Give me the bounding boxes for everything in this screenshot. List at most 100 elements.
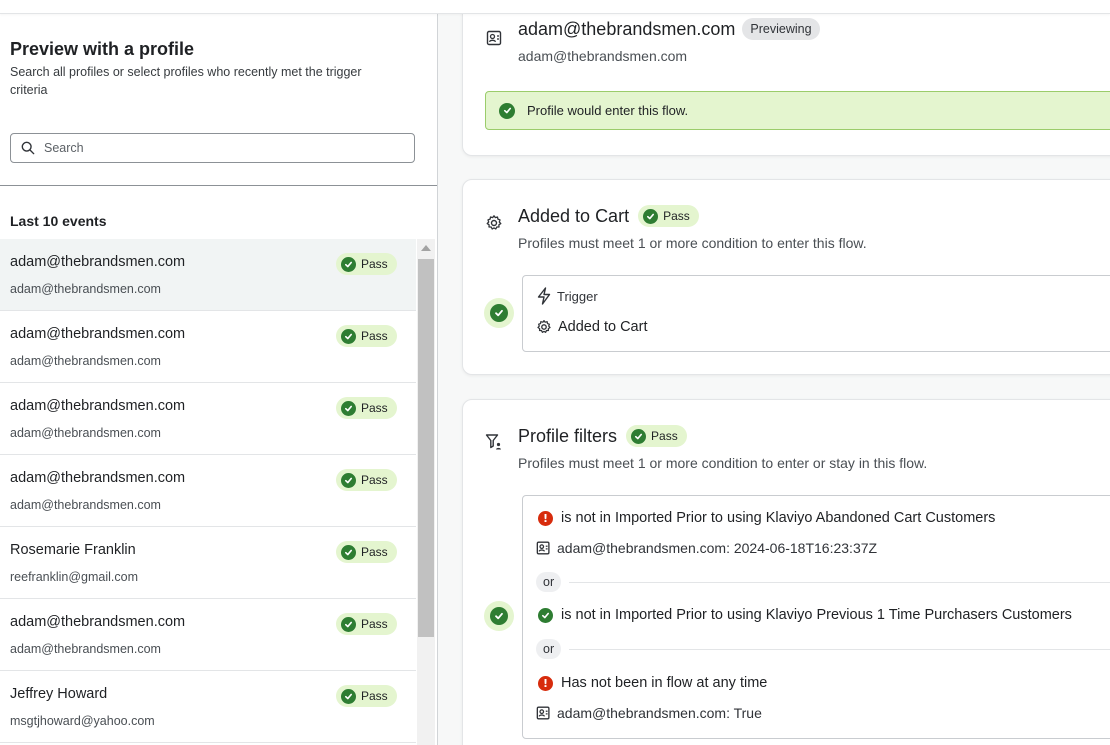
pass-badge: Pass xyxy=(336,541,397,563)
previewing-badge: Previewing xyxy=(742,18,820,40)
event-row[interactable]: adam@thebrandsmen.com adam@thebrandsmen.… xyxy=(0,311,416,383)
pass-badge: Pass xyxy=(626,425,687,447)
top-bar xyxy=(0,0,1110,14)
condition-row: ! Has not been in flow at any time xyxy=(538,675,767,691)
trigger-title: Added to Cart xyxy=(518,205,630,226)
filters-title: Profile filters xyxy=(518,425,618,446)
check-circle-icon xyxy=(341,544,356,560)
event-profile-email: msgtjhoward@yahoo.com xyxy=(10,714,155,728)
profile-card-icon xyxy=(536,541,550,555)
profile-card-icon xyxy=(536,706,550,720)
condition-text: is not in Imported Prior to using Klaviy… xyxy=(561,607,1072,623)
gear-icon xyxy=(486,215,502,230)
scroll-thumb[interactable] xyxy=(418,259,434,637)
event-profile-email: adam@thebrandsmen.com xyxy=(10,282,161,296)
condition-detail-text: adam@thebrandsmen.com: True xyxy=(557,705,762,721)
panel-subtitle: Search all profiles or select profiles w… xyxy=(10,65,362,97)
event-profile-name: adam@thebrandsmen.com xyxy=(10,614,186,630)
lightning-icon xyxy=(537,287,551,305)
condition-row: is not in Imported Prior to using Klaviy… xyxy=(538,607,1072,623)
event-row[interactable]: adam@thebrandsmen.com adam@thebrandsmen.… xyxy=(0,455,416,527)
badge-label: Pass xyxy=(361,545,388,559)
or-label: or xyxy=(536,639,562,659)
check-circle-icon xyxy=(341,688,356,704)
condition-row: ! is not in Imported Prior to using Klav… xyxy=(538,510,995,526)
event-row[interactable]: Jeffrey Howard msgtjhoward@yahoo.com Pas… xyxy=(0,671,416,743)
divider xyxy=(569,648,1110,650)
trigger-value: Added to Cart xyxy=(558,319,648,335)
badge-label: Pass xyxy=(651,429,678,443)
event-list: adam@thebrandsmen.com adam@thebrandsmen.… xyxy=(0,239,416,745)
pass-badge: Pass xyxy=(336,469,397,491)
filters-subtitle: Profiles must meet 1 or more condition t… xyxy=(518,455,928,471)
badge-label: Pass xyxy=(361,473,388,487)
condition-detail-text: adam@thebrandsmen.com: 2024-06-18T16:23:… xyxy=(557,540,878,556)
event-profile-name: Rosemarie Franklin xyxy=(10,542,136,558)
profile-name: adam@thebrandsmen.com xyxy=(518,18,736,39)
check-circle-icon xyxy=(538,607,553,623)
events-heading: Last 10 events xyxy=(10,213,107,229)
search-box[interactable] xyxy=(10,133,415,163)
trigger-label: Trigger xyxy=(557,288,598,304)
event-row[interactable]: adam@thebrandsmen.com adam@thebrandsmen.… xyxy=(0,383,416,455)
or-label: or xyxy=(536,572,562,592)
pass-badge: Pass xyxy=(336,397,397,419)
pass-badge: Pass xyxy=(336,325,397,347)
event-profile-email: adam@thebrandsmen.com xyxy=(10,642,161,656)
check-circle-icon xyxy=(341,616,356,632)
profile-card-icon xyxy=(486,30,502,46)
panel-title: Preview with a profile xyxy=(10,39,195,59)
filter-profile-icon xyxy=(485,434,501,450)
divider xyxy=(0,185,437,186)
event-profile-email: adam@thebrandsmen.com xyxy=(10,498,161,512)
pass-badge: Pass xyxy=(638,205,699,227)
check-circle-icon xyxy=(490,607,508,625)
event-list-scrollbar[interactable] xyxy=(417,239,435,745)
badge-label: Pass xyxy=(361,257,388,271)
event-profile-name: adam@thebrandsmen.com xyxy=(10,470,186,486)
check-circle-icon xyxy=(631,428,647,444)
event-profile-email: adam@thebrandsmen.com xyxy=(10,354,161,368)
search-icon xyxy=(21,141,35,155)
badge-label: Pass xyxy=(361,617,388,631)
check-circle-icon xyxy=(341,472,356,488)
condition-text: is not in Imported Prior to using Klaviy… xyxy=(561,510,996,526)
check-circle-icon xyxy=(499,102,515,119)
check-circle-icon xyxy=(490,304,508,322)
check-circle-icon xyxy=(341,400,356,416)
event-row[interactable]: Rosemarie Franklin reefranklin@gmail.com… xyxy=(0,527,416,599)
entry-status-banner: Profile would enter this flow. xyxy=(485,91,1110,130)
condition-detail: adam@thebrandsmen.com: True xyxy=(536,705,762,721)
event-profile-email: adam@thebrandsmen.com xyxy=(10,426,161,440)
or-separator: or xyxy=(536,571,1110,593)
condition-text: Has not been in flow at any time xyxy=(561,675,768,691)
pass-badge: Pass xyxy=(336,613,397,635)
event-profile-name: Jeffrey Howard xyxy=(10,686,108,702)
or-separator: or xyxy=(536,638,1110,660)
event-profile-name: adam@thebrandsmen.com xyxy=(10,254,186,270)
gear-icon xyxy=(537,319,551,333)
profile-email: adam@thebrandsmen.com xyxy=(518,48,688,64)
profile-card: adam@thebrandsmen.com Previewing adam@th… xyxy=(462,0,1110,156)
filters-status-indicator xyxy=(484,601,514,631)
entry-status-text: Profile would enter this flow. xyxy=(527,103,689,118)
pass-badge: Pass xyxy=(336,685,397,707)
check-circle-icon xyxy=(341,256,356,272)
error-circle-icon: ! xyxy=(538,510,553,526)
badge-label: Pass xyxy=(361,329,388,343)
event-row[interactable]: adam@thebrandsmen.com adam@thebrandsmen.… xyxy=(0,239,416,311)
event-profile-name: adam@thebrandsmen.com xyxy=(10,398,186,414)
badge-label: Pass xyxy=(361,689,388,703)
filter-conditions-box: ! is not in Imported Prior to using Klav… xyxy=(522,495,1110,739)
error-circle-icon: ! xyxy=(538,675,553,691)
event-profile-name: adam@thebrandsmen.com xyxy=(10,326,186,342)
condition-detail: adam@thebrandsmen.com: 2024-06-18T16:23:… xyxy=(536,540,877,556)
pass-badge: Pass xyxy=(336,253,397,275)
event-row[interactable]: adam@thebrandsmen.com adam@thebrandsmen.… xyxy=(0,599,416,671)
trigger-subtitle: Profiles must meet 1 or more condition t… xyxy=(518,235,867,251)
trigger-status-indicator xyxy=(484,298,514,328)
scroll-up-arrow-icon[interactable] xyxy=(421,245,431,251)
search-input[interactable] xyxy=(44,141,394,155)
event-profile-email: reefranklin@gmail.com xyxy=(10,570,139,584)
trigger-box[interactable]: Trigger Added to Cart xyxy=(522,275,1110,352)
